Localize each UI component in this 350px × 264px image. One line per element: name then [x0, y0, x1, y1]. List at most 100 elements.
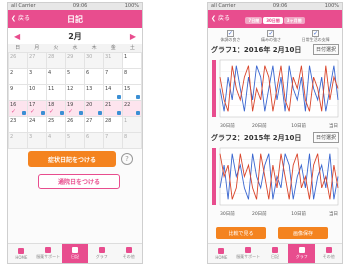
tab-medication[interactable]: 服薬サポート [35, 244, 62, 263]
prev-month-icon[interactable]: ◀ [14, 32, 20, 41]
segment-7days[interactable]: 7日間 [245, 17, 263, 24]
symptom-diary-button[interactable]: 症状日記をつける [28, 151, 116, 167]
day-number: 10 [29, 86, 36, 92]
calendar-day[interactable]: 9 [9, 85, 27, 100]
calendar-day[interactable]: 11 [47, 85, 65, 100]
calendar-day[interactable]: 8 [123, 69, 141, 84]
calendar-day[interactable]: 17 ✓ [28, 101, 46, 116]
calendar-day[interactable]: 26 [66, 117, 84, 132]
graph1-title: グラフ1：2016年 2月10日 [211, 45, 302, 54]
calendar-day[interactable]: 2 [9, 69, 27, 84]
calendar-day[interactable]: 7 [104, 69, 122, 84]
calendar-day[interactable]: 5 [66, 133, 84, 148]
segment-30days[interactable]: 30日間 [263, 17, 283, 24]
calendar-day[interactable]: 2 [9, 133, 27, 148]
axis-scale-bar [212, 148, 216, 205]
battery-label: 100% [124, 3, 139, 9]
home-icon [18, 247, 25, 254]
calendar-day[interactable]: 10 [28, 85, 46, 100]
calendar-day[interactable]: 1 [123, 117, 141, 132]
calendar-day[interactable]: 23 [9, 117, 27, 132]
next-month-icon[interactable]: ▶ [130, 32, 136, 41]
pencil-icon [117, 95, 121, 99]
diary-screen: all Carrier 09:06 100% ❮ 戻る 日記 ◀ 2月 ▶ 日 月… [7, 2, 143, 264]
calendar-day[interactable]: 26 [9, 53, 27, 68]
calendar-day[interactable]: 13 [85, 85, 103, 100]
calendar-day[interactable]: 4 [47, 133, 65, 148]
tab-diary[interactable]: 日記 [262, 244, 289, 263]
calendar-day[interactable]: 6 [85, 133, 103, 148]
calendar-day[interactable]: 4 [47, 69, 65, 84]
calendar-day[interactable]: 27 [28, 53, 46, 68]
tab-graph[interactable]: グラフ [288, 244, 316, 263]
legend-item[interactable]: ✓ 日常生活の支障 [302, 30, 330, 43]
home-icon [218, 247, 225, 254]
calendar-day[interactable]: 30 [85, 53, 103, 68]
calendar-day[interactable]: 18 ✓ [47, 101, 65, 116]
calendar-day[interactable]: 8 [123, 133, 141, 148]
save-image-button[interactable]: 画像保存 [278, 227, 328, 239]
day-number: 6 [86, 70, 90, 76]
calendar-day[interactable]: 5 [66, 69, 84, 84]
tab-graph[interactable]: グラフ [88, 244, 115, 263]
calendar-day[interactable]: 25 [47, 117, 65, 132]
calendar-day[interactable]: 28 [47, 53, 65, 68]
pencil-icon [98, 111, 102, 115]
calendar-day[interactable]: 21 [104, 101, 122, 116]
day-number: 7 [105, 134, 109, 140]
day-number: 26 [67, 118, 74, 124]
tab-other[interactable]: その他 [115, 244, 142, 263]
calendar-day[interactable]: 3 [28, 133, 46, 148]
calendar-day[interactable]: 7 [104, 133, 122, 148]
tab-home[interactable]: HOME [8, 244, 35, 263]
month-nav: ◀ 2月 ▶ [8, 28, 142, 44]
calendar-day[interactable]: 24 [28, 117, 46, 132]
legend-item[interactable]: ✓ 痛みの強さ [261, 30, 281, 43]
day-number: 2 [10, 134, 14, 140]
calendar-day[interactable]: 28 [104, 117, 122, 132]
compare-button[interactable]: 比較で見る [216, 227, 266, 239]
calendar-day[interactable]: 3 [28, 69, 46, 84]
calendar-day[interactable]: 12 [66, 85, 84, 100]
x-tick-label: 10日前 [291, 210, 306, 217]
pencil-icon [117, 111, 121, 115]
calendar-day[interactable]: 14 [104, 85, 122, 100]
tab-home[interactable]: HOME [208, 244, 235, 263]
check-icon: ✓ [30, 108, 36, 115]
time-label: 09:06 [72, 3, 88, 9]
back-button[interactable]: ❮ 戻る [211, 10, 230, 28]
calendar-day[interactable]: 6 [85, 69, 103, 84]
day-number: 22 [124, 102, 131, 108]
graph1-date-select[interactable]: 日付選択 [312, 44, 339, 55]
segment-3months[interactable]: 3ヶ月間 [283, 17, 305, 24]
day-number: 30 [86, 54, 93, 60]
tab-label: グラフ [295, 254, 308, 259]
back-button[interactable]: ❮ 戻る [11, 10, 30, 28]
calendar-day[interactable]: 15 [123, 85, 141, 100]
day-number: 26 [10, 54, 17, 60]
tab-diary[interactable]: 日記 [61, 244, 89, 263]
tab-medication[interactable]: 服薬サポート [235, 244, 262, 263]
weekday-label: 金 [110, 45, 116, 51]
weekday-label: 火 [53, 45, 59, 51]
calendar-day[interactable]: 19 ✓ [66, 101, 84, 116]
calendar-day[interactable]: 20 [85, 101, 103, 116]
calendar-day[interactable]: 29 [66, 53, 84, 68]
visit-day-button[interactable]: 通院日をつける [38, 174, 120, 189]
graph2-date-select[interactable]: 日付選択 [312, 132, 339, 143]
checkbox-icon: ✓ [226, 30, 234, 37]
calendar-day[interactable]: 22 [123, 101, 141, 116]
day-number: 4 [48, 70, 52, 76]
calendar-day[interactable]: 31 [104, 53, 122, 68]
calendar-day[interactable]: 1 [123, 53, 141, 68]
tab-label: 日記 [70, 254, 79, 259]
legend-item[interactable]: ✓ 体調の良さ [220, 30, 240, 43]
tab-other[interactable]: その他 [315, 244, 342, 263]
day-number: 13 [86, 86, 93, 92]
day-number: 11 [48, 86, 55, 92]
legend: ✓ 体調の良さ ✓ 痛みの強さ ✓ 日常生活の支障 [208, 28, 342, 43]
calendar-day[interactable]: 27 [85, 117, 103, 132]
calendar-day[interactable]: 16 ✓ [9, 101, 27, 116]
help-icon[interactable]: ? [121, 153, 133, 165]
day-number: 15 [124, 86, 131, 92]
